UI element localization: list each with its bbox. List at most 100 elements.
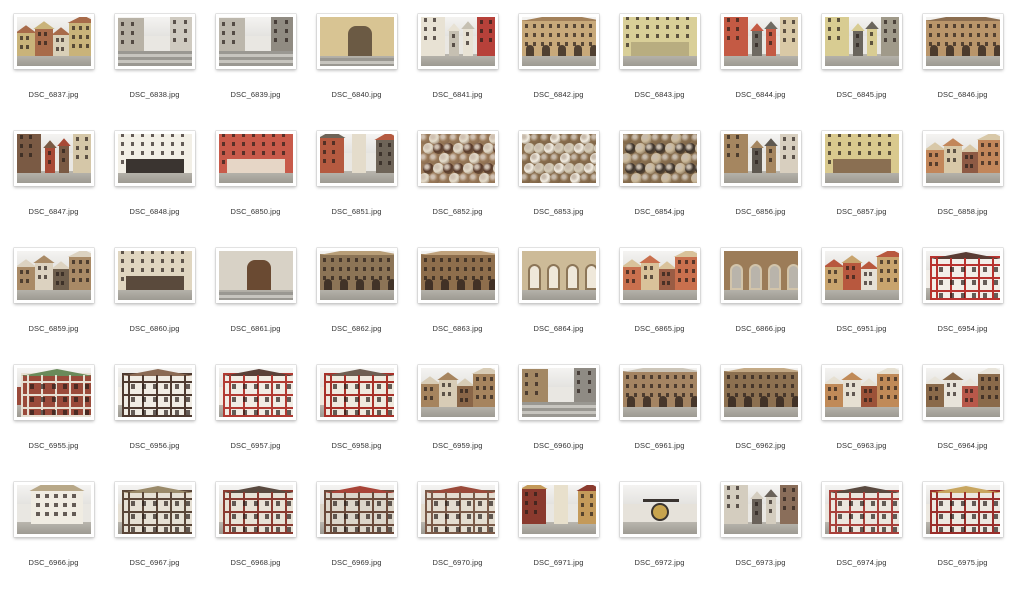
file-name-label[interactable]: DSC_6951.jpg xyxy=(811,324,912,333)
file-item[interactable]: DSC_6840.jpg xyxy=(306,8,407,125)
image-thumbnail[interactable] xyxy=(14,14,94,69)
image-thumbnail[interactable] xyxy=(14,131,94,186)
image-thumbnail[interactable] xyxy=(418,365,498,420)
image-thumbnail[interactable] xyxy=(14,248,94,303)
file-name-label[interactable]: DSC_6851.jpg xyxy=(306,207,407,216)
file-name-label[interactable]: DSC_6854.jpg xyxy=(609,207,710,216)
file-item[interactable]: DSC_6974.jpg xyxy=(811,476,912,593)
file-name-label[interactable]: DSC_6846.jpg xyxy=(912,90,1013,99)
file-name-label[interactable]: DSC_6975.jpg xyxy=(912,558,1013,567)
file-item[interactable]: DSC_6964.jpg xyxy=(912,359,1013,476)
image-thumbnail[interactable] xyxy=(418,14,498,69)
file-item[interactable]: DSC_6960.jpg xyxy=(508,359,609,476)
image-thumbnail[interactable] xyxy=(620,482,700,537)
image-thumbnail[interactable] xyxy=(216,14,296,69)
file-name-label[interactable]: DSC_6853.jpg xyxy=(508,207,609,216)
file-name-label[interactable]: DSC_6866.jpg xyxy=(710,324,811,333)
image-thumbnail[interactable] xyxy=(115,131,195,186)
file-item[interactable]: DSC_6975.jpg xyxy=(912,476,1013,593)
file-name-label[interactable]: DSC_6966.jpg xyxy=(3,558,104,567)
image-thumbnail[interactable] xyxy=(721,14,801,69)
file-item[interactable]: DSC_6838.jpg xyxy=(104,8,205,125)
file-name-label[interactable]: DSC_6974.jpg xyxy=(811,558,912,567)
image-thumbnail[interactable] xyxy=(14,365,94,420)
file-item[interactable]: DSC_6863.jpg xyxy=(407,242,508,359)
file-item[interactable]: DSC_6865.jpg xyxy=(609,242,710,359)
file-item[interactable]: DSC_6973.jpg xyxy=(710,476,811,593)
file-name-label[interactable]: DSC_6865.jpg xyxy=(609,324,710,333)
file-item[interactable]: DSC_6862.jpg xyxy=(306,242,407,359)
image-thumbnail[interactable] xyxy=(216,248,296,303)
file-name-label[interactable]: DSC_6964.jpg xyxy=(912,441,1013,450)
image-thumbnail[interactable] xyxy=(317,131,397,186)
file-item[interactable]: DSC_6837.jpg xyxy=(3,8,104,125)
file-name-label[interactable]: DSC_6970.jpg xyxy=(407,558,508,567)
file-item[interactable]: DSC_6963.jpg xyxy=(811,359,912,476)
file-item[interactable]: DSC_6864.jpg xyxy=(508,242,609,359)
file-item[interactable]: DSC_6845.jpg xyxy=(811,8,912,125)
file-item[interactable]: DSC_6860.jpg xyxy=(104,242,205,359)
image-thumbnail[interactable] xyxy=(216,131,296,186)
file-item[interactable]: DSC_6850.jpg xyxy=(205,125,306,242)
file-name-label[interactable]: DSC_6856.jpg xyxy=(710,207,811,216)
file-name-label[interactable]: DSC_6972.jpg xyxy=(609,558,710,567)
file-name-label[interactable]: DSC_6857.jpg xyxy=(811,207,912,216)
file-name-label[interactable]: DSC_6969.jpg xyxy=(306,558,407,567)
file-name-label[interactable]: DSC_6850.jpg xyxy=(205,207,306,216)
file-item[interactable]: DSC_6971.jpg xyxy=(508,476,609,593)
file-name-label[interactable]: DSC_6958.jpg xyxy=(306,441,407,450)
file-item[interactable]: DSC_6956.jpg xyxy=(104,359,205,476)
file-name-label[interactable]: DSC_6968.jpg xyxy=(205,558,306,567)
file-name-label[interactable]: DSC_6862.jpg xyxy=(306,324,407,333)
image-thumbnail[interactable] xyxy=(822,131,902,186)
image-thumbnail[interactable] xyxy=(721,482,801,537)
file-item[interactable]: DSC_6861.jpg xyxy=(205,242,306,359)
file-name-label[interactable]: DSC_6967.jpg xyxy=(104,558,205,567)
file-item[interactable]: DSC_6853.jpg xyxy=(508,125,609,242)
file-name-label[interactable]: DSC_6844.jpg xyxy=(710,90,811,99)
image-thumbnail[interactable] xyxy=(317,248,397,303)
image-thumbnail[interactable] xyxy=(822,14,902,69)
image-thumbnail[interactable] xyxy=(822,248,902,303)
file-name-label[interactable]: DSC_6971.jpg xyxy=(508,558,609,567)
file-name-label[interactable]: DSC_6973.jpg xyxy=(710,558,811,567)
file-item[interactable]: DSC_6848.jpg xyxy=(104,125,205,242)
file-item[interactable]: DSC_6851.jpg xyxy=(306,125,407,242)
file-item[interactable]: DSC_6859.jpg xyxy=(3,242,104,359)
image-thumbnail[interactable] xyxy=(923,131,1003,186)
file-item[interactable]: DSC_6972.jpg xyxy=(609,476,710,593)
file-item[interactable]: DSC_6966.jpg xyxy=(3,476,104,593)
image-thumbnail[interactable] xyxy=(620,131,700,186)
file-item[interactable]: DSC_6957.jpg xyxy=(205,359,306,476)
file-item[interactable]: DSC_6967.jpg xyxy=(104,476,205,593)
file-name-label[interactable]: DSC_6848.jpg xyxy=(104,207,205,216)
image-thumbnail[interactable] xyxy=(519,248,599,303)
file-name-label[interactable]: DSC_6859.jpg xyxy=(3,324,104,333)
file-item[interactable]: DSC_6866.jpg xyxy=(710,242,811,359)
file-item[interactable]: DSC_6959.jpg xyxy=(407,359,508,476)
image-thumbnail[interactable] xyxy=(519,14,599,69)
file-name-label[interactable]: DSC_6858.jpg xyxy=(912,207,1013,216)
image-thumbnail[interactable] xyxy=(115,365,195,420)
file-name-label[interactable]: DSC_6843.jpg xyxy=(609,90,710,99)
file-name-label[interactable]: DSC_6838.jpg xyxy=(104,90,205,99)
file-item[interactable]: DSC_6968.jpg xyxy=(205,476,306,593)
file-name-label[interactable]: DSC_6959.jpg xyxy=(407,441,508,450)
image-thumbnail[interactable] xyxy=(115,482,195,537)
image-thumbnail[interactable] xyxy=(923,14,1003,69)
file-name-label[interactable]: DSC_6956.jpg xyxy=(104,441,205,450)
image-thumbnail[interactable] xyxy=(923,248,1003,303)
image-thumbnail[interactable] xyxy=(620,14,700,69)
file-name-label[interactable]: DSC_6842.jpg xyxy=(508,90,609,99)
file-name-label[interactable]: DSC_6847.jpg xyxy=(3,207,104,216)
image-thumbnail[interactable] xyxy=(923,365,1003,420)
image-thumbnail[interactable] xyxy=(418,248,498,303)
image-thumbnail[interactable] xyxy=(317,482,397,537)
image-thumbnail[interactable] xyxy=(317,14,397,69)
image-thumbnail[interactable] xyxy=(418,131,498,186)
file-item[interactable]: DSC_6951.jpg xyxy=(811,242,912,359)
image-thumbnail[interactable] xyxy=(418,482,498,537)
image-thumbnail[interactable] xyxy=(721,131,801,186)
file-item[interactable]: DSC_6958.jpg xyxy=(306,359,407,476)
image-thumbnail[interactable] xyxy=(115,14,195,69)
